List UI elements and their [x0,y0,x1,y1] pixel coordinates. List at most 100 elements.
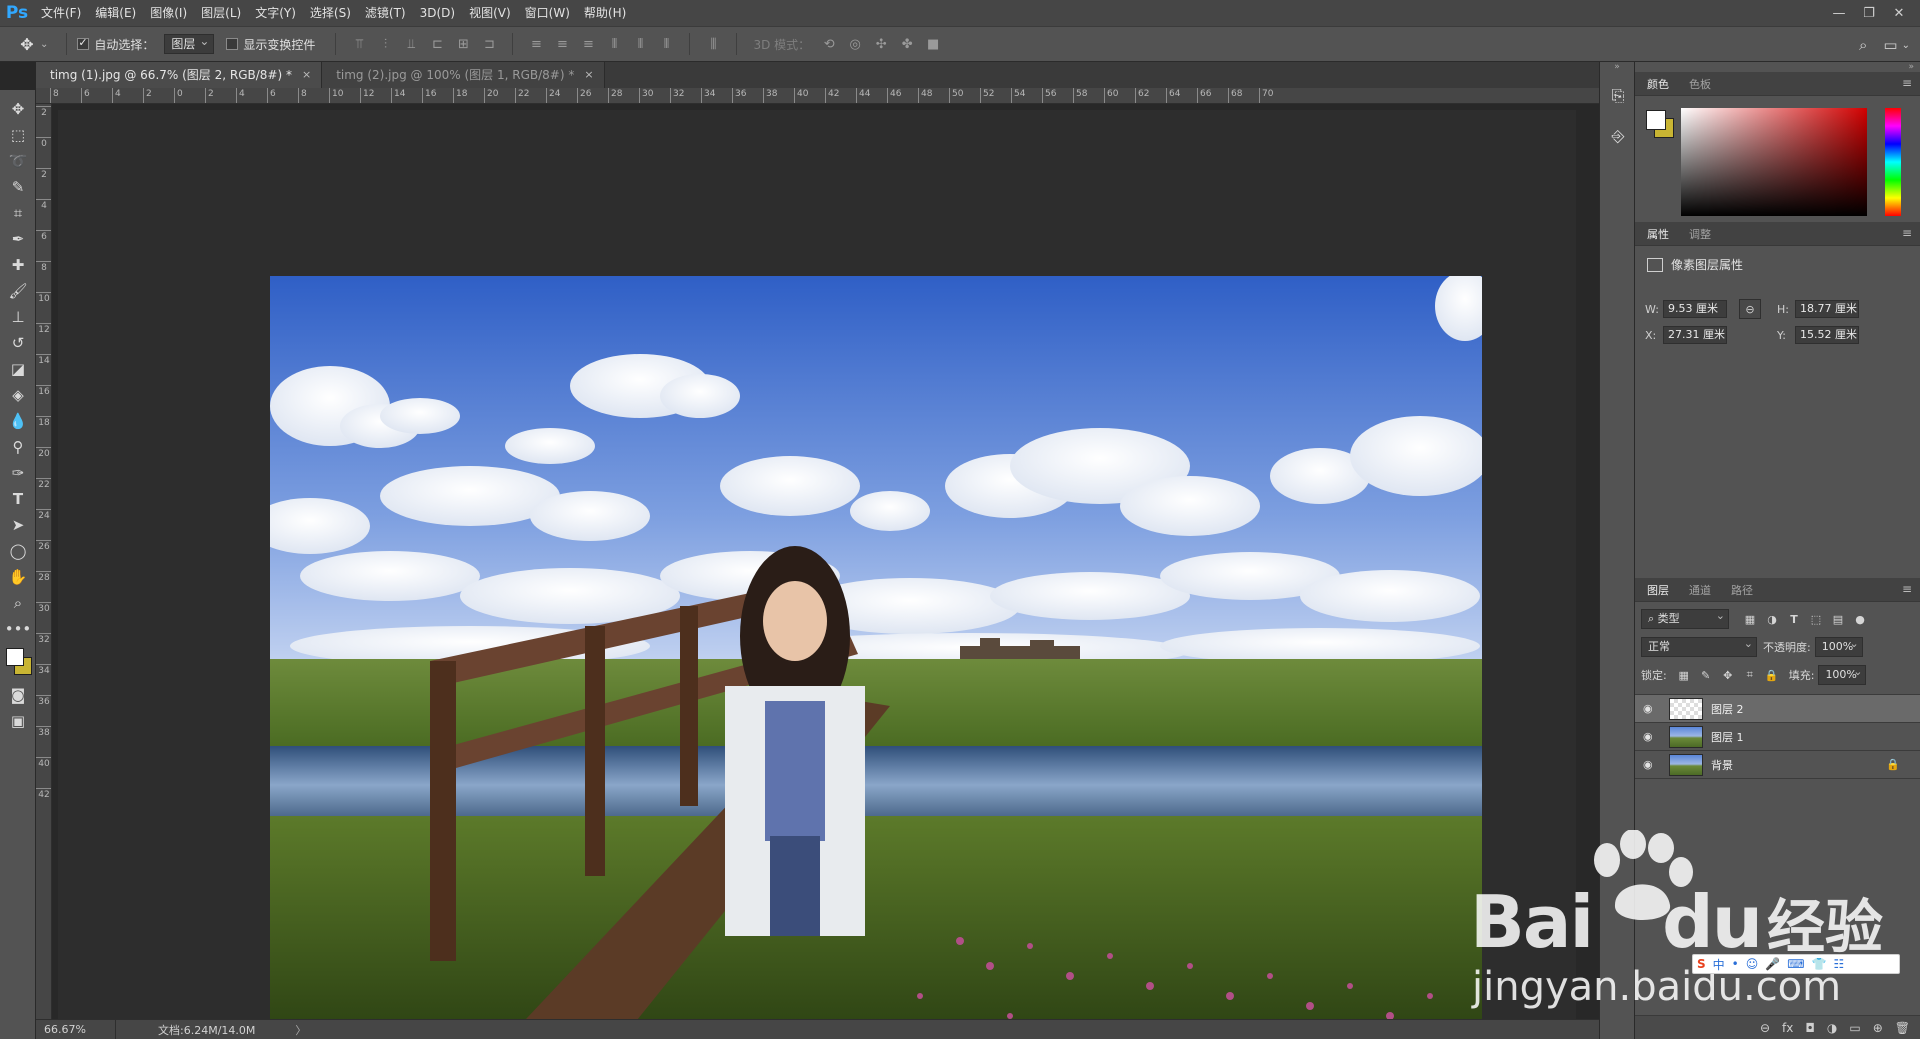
menu-item[interactable]: 图像(I) [143,0,194,26]
tab-adjustments[interactable]: 调整 [1689,226,1711,242]
tool-preset-chevron-icon[interactable]: ⌄ [40,39,48,50]
type-tool-icon[interactable]: T [0,486,36,512]
link-layers-icon[interactable]: ⊖ [1760,1021,1770,1035]
tab-close-icon[interactable]: × [584,62,593,88]
screen-mode-icon[interactable]: ▣ [0,708,36,734]
camera-3d-icon[interactable]: ■ [924,35,942,53]
visibility-eye-icon[interactable]: ◉ [1643,702,1661,715]
link-proportions-icon[interactable]: ⊖ [1739,299,1761,319]
filter-pixel-icon[interactable]: ▦ [1741,613,1759,626]
drag-3d-icon[interactable]: ✣ [872,35,890,53]
panel-menu-icon[interactable]: ≡ [1902,226,1912,240]
restore-button[interactable]: ❐ [1854,6,1884,21]
auto-align-icon[interactable]: ⫼ [704,35,722,53]
marquee-tool-icon[interactable]: ⬚ [0,122,36,148]
lasso-tool-icon[interactable]: ➰ [0,148,36,174]
distribute-bottom-icon[interactable]: ≡ [579,35,597,53]
quick-select-tool-icon[interactable]: ✎ [0,174,36,200]
distribute-vcenter-icon[interactable]: ≡ [553,35,571,53]
tab-properties[interactable]: 属性 [1647,226,1669,242]
menu-item[interactable]: 文字(Y) [248,0,303,26]
history-panel-icon[interactable]: ⎘ [1600,76,1636,116]
lock-all-icon[interactable]: 🔒 [1763,669,1781,682]
paint-bucket-tool-icon[interactable]: ◈ [0,382,36,408]
filter-smart-icon[interactable]: ▤ [1829,613,1847,626]
ruler-horizontal[interactable]: 8 6 4 2 0 2 4 6 8 10 12 14 16 18 20 22 24 26 28 30 32 34 36 38 4… [36,88,1599,104]
hue-slider[interactable] [1885,108,1901,216]
visibility-eye-icon[interactable]: ◉ [1643,730,1661,743]
menu-item[interactable]: 帮助(H) [577,0,633,26]
tab-timg-2[interactable]: timg (2).jpg @ 100% (图层 1, RGB/8#) * × [322,62,605,88]
filter-type-icon[interactable]: T [1785,613,1803,626]
tab-color[interactable]: 颜色 [1647,76,1669,92]
eyedropper-tool-icon[interactable]: ✒ [0,226,36,252]
blur-tool-icon[interactable]: 💧 [0,408,36,434]
new-group-icon[interactable]: ▭ [1849,1021,1860,1035]
pen-tool-icon[interactable]: ✑ [0,460,36,486]
crop-tool-icon[interactable]: ⌗ [0,200,36,226]
layer-row-2[interactable]: ◉ 图层 2 [1635,695,1920,723]
search-icon[interactable]: ⌕ [1859,36,1867,54]
menu-item[interactable]: 选择(S) [303,0,358,26]
distribute-left-icon[interactable]: ⦀ [605,35,623,53]
hand-tool-icon[interactable]: ✋ [0,564,36,590]
path-select-tool-icon[interactable]: ➤ [0,512,36,538]
workspace-icon[interactable]: ▭ [1883,36,1897,54]
menu-item[interactable]: 3D(D) [413,0,462,26]
auto-select-dropdown[interactable]: 图层 [164,32,215,54]
minimize-button[interactable]: — [1824,6,1854,21]
menu-item[interactable]: 滤镜(T) [358,0,413,26]
status-menu-chevron-icon[interactable]: 〉 [295,1022,306,1038]
y-field[interactable]: 15.52 厘米 [1795,326,1859,344]
align-right-icon[interactable]: ⊐ [480,35,498,53]
healing-brush-tool-icon[interactable]: ✚ [0,252,36,278]
align-top-icon[interactable]: ⫪ [350,35,368,53]
layer-filter-dropdown[interactable]: ⌕ 类型 [1641,607,1729,629]
tab-close-icon[interactable]: × [302,62,311,88]
align-bottom-icon[interactable]: ⫫ [402,35,420,53]
char-panel-icon[interactable]: ⎆ [1600,116,1636,156]
roll-3d-icon[interactable]: ◎ [846,35,864,53]
distribute-top-icon[interactable]: ≡ [527,35,545,53]
color-swatches[interactable] [0,642,36,682]
tab-layers[interactable]: 图层 [1647,582,1669,598]
foreground-color-swatch[interactable] [1646,110,1666,130]
color-picker-field[interactable] [1681,108,1867,216]
new-layer-icon[interactable]: ⊕ [1873,1021,1883,1035]
fill-field[interactable]: 100% [1818,663,1867,685]
panel-menu-icon[interactable]: ≡ [1902,76,1912,90]
filter-toggle-icon[interactable]: ● [1851,613,1869,626]
move-tool-icon[interactable]: ✥ [0,96,36,122]
ellipse-tool-icon[interactable]: ◯ [0,538,36,564]
menu-item[interactable]: 窗口(W) [518,0,577,26]
adjustment-layer-icon[interactable]: ◑ [1827,1021,1837,1035]
menu-item[interactable]: 编辑(E) [88,0,143,26]
tab-swatches[interactable]: 色板 [1689,76,1711,92]
ruler-vertical[interactable]: 2 0 2 4 6 8 10 12 14 16 18 20 22 24 26 28 30 32 34 36 38 40 42 [36,104,52,1019]
tab-channels[interactable]: 通道 [1689,582,1711,598]
menu-item[interactable]: 文件(F) [34,0,88,26]
align-vcenter-icon[interactable]: ⫶ [376,35,394,53]
layer-row-1[interactable]: ◉ 图层 1 [1635,723,1920,751]
move-tool-icon[interactable]: ✥ [18,35,36,54]
filter-shape-icon[interactable]: ⬚ [1807,613,1825,626]
zoom-level[interactable]: 66.67% [36,1019,116,1039]
lock-position-icon[interactable]: ✥ [1719,669,1737,682]
workspace-chevron-icon[interactable]: ⌄ [1902,40,1910,51]
more-tools-icon[interactable]: ••• [0,616,36,642]
panel-menu-icon[interactable]: ≡ [1902,582,1912,596]
dodge-tool-icon[interactable]: ⚲ [0,434,36,460]
eraser-tool-icon[interactable]: ◪ [0,356,36,382]
delete-layer-icon[interactable]: 🗑 [1895,1021,1910,1035]
quick-mask-icon[interactable]: ◙ [0,682,36,708]
close-button[interactable]: ✕ [1884,6,1914,21]
tab-timg-1[interactable]: timg (1).jpg @ 66.7% (图层 2, RGB/8#) * × [36,62,323,88]
align-left-icon[interactable]: ⊏ [428,35,446,53]
x-field[interactable]: 27.31 厘米 [1663,326,1727,344]
opacity-field[interactable]: 100% [1814,635,1863,657]
filter-adjust-icon[interactable]: ◑ [1763,613,1781,626]
brush-tool-icon[interactable]: 🖌 [0,278,36,304]
width-field[interactable]: 9.53 厘米 [1663,300,1727,318]
slide-3d-icon[interactable]: ✤ [898,35,916,53]
blend-mode-dropdown[interactable]: 正常 [1641,635,1757,657]
